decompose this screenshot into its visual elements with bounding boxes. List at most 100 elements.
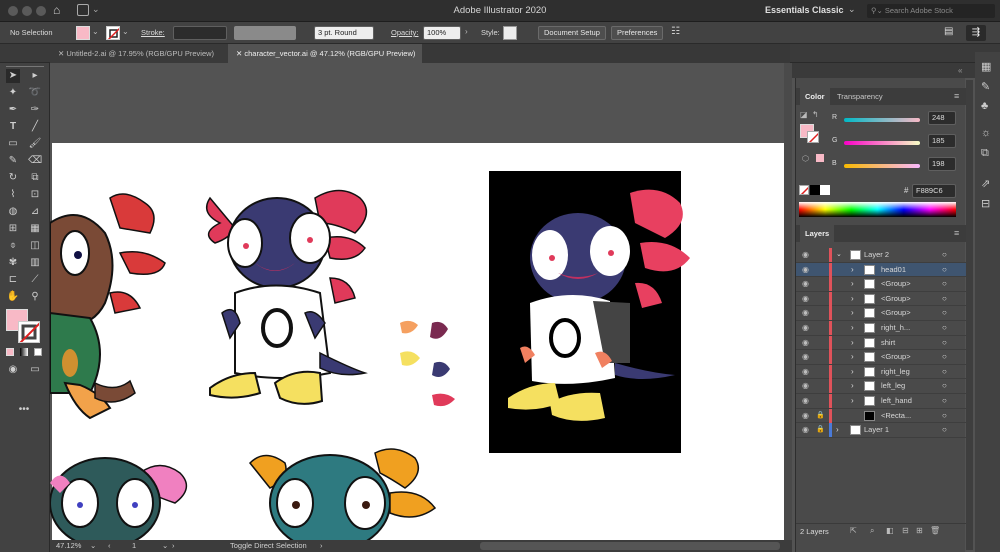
layer-name[interactable]: <Group>	[881, 277, 911, 291]
paintbrush-tool-icon[interactable]: 🖌	[28, 137, 42, 151]
hand-tool-icon[interactable]: ✋	[6, 290, 20, 304]
target-circle-icon[interactable]: ○	[942, 394, 947, 408]
symbols-icon[interactable]: ♣	[981, 100, 988, 112]
layer-name[interactable]: left_leg	[881, 379, 905, 393]
visibility-eye-icon[interactable]: ◉	[802, 409, 809, 423]
chevron-right-icon[interactable]: ›	[851, 365, 854, 379]
chevron-right-icon[interactable]: ›	[851, 321, 854, 335]
free-transform-tool-icon[interactable]: ⊡	[28, 188, 42, 202]
stroke-color-box[interactable]	[18, 321, 40, 343]
visibility-eye-icon[interactable]: ◉	[802, 248, 809, 262]
visibility-eye-icon[interactable]: ◉	[802, 379, 809, 393]
layer-name[interactable]: <Recta...	[881, 409, 911, 423]
type-tool-icon[interactable]: T	[6, 120, 20, 134]
chevron-right-icon[interactable]: ›	[851, 263, 854, 277]
default-colors-icon[interactable]: ◪	[800, 110, 808, 119]
align-icon[interactable]: ⊟	[981, 197, 990, 210]
chevron-right-icon[interactable]: ›	[836, 423, 839, 437]
stroke-weight-field[interactable]	[173, 26, 227, 40]
document-setup-button[interactable]: Document Setup	[538, 26, 606, 40]
layer-row-left-hand[interactable]: ◉ › left_hand ○	[796, 394, 966, 409]
preferences-button[interactable]: Preferences	[611, 26, 664, 40]
canvas-area[interactable]	[50, 63, 792, 540]
layer-name[interactable]: head01	[881, 263, 906, 277]
graphic-styles-icon[interactable]: ⧉	[981, 147, 989, 160]
visibility-eye-icon[interactable]: ◉	[802, 277, 809, 291]
pencil-tool-icon[interactable]: ✎	[6, 154, 20, 168]
target-circle-icon[interactable]: ○	[942, 336, 947, 350]
target-circle-icon[interactable]: ○	[942, 379, 947, 393]
panel-menu-icon[interactable]: ▤	[944, 26, 953, 37]
layer-row-group[interactable]: ◉ › <Group> ○	[796, 291, 966, 307]
variable-width-profile[interactable]	[234, 26, 296, 40]
curvature-tool-icon[interactable]: ✑	[28, 103, 42, 117]
eraser-tool-icon[interactable]: ⌫	[28, 154, 42, 168]
none-color-button[interactable]	[799, 185, 809, 195]
layer-name[interactable]: <Group>	[881, 350, 911, 364]
target-circle-icon[interactable]: ○	[942, 248, 947, 262]
target-circle-icon[interactable]: ○	[942, 306, 947, 320]
layer-row-group[interactable]: ◉ › <Group> ○	[796, 350, 966, 365]
chevron-down-icon[interactable]: ⌄	[92, 27, 99, 36]
screen-mode-icon[interactable]: ▭	[28, 363, 42, 377]
closest-color-swatch[interactable]	[816, 154, 824, 162]
slice-tool-icon[interactable]: ⟋	[28, 273, 42, 287]
panel-scrollbar[interactable]	[966, 80, 973, 550]
black-color-button[interactable]	[810, 185, 820, 195]
zoom-level-field[interactable]: 47.12%	[56, 540, 81, 552]
chevron-right-icon[interactable]: ›	[851, 394, 854, 408]
zoom-tool-icon[interactable]: ⚲	[28, 290, 42, 304]
perspective-grid-tool-icon[interactable]: ⊿	[28, 205, 42, 219]
transform-icon[interactable]: ⇗	[981, 177, 990, 190]
target-circle-icon[interactable]: ○	[942, 409, 947, 423]
visibility-eye-icon[interactable]: ◉	[802, 365, 809, 379]
layer-row-layer-1[interactable]: ◉ 🔒 › Layer 1 ○	[796, 423, 966, 438]
chevron-down-icon[interactable]: ⌄	[162, 540, 168, 552]
gradient-tool-icon[interactable]: ▦	[28, 222, 42, 236]
magic-wand-tool-icon[interactable]: ✦	[6, 86, 20, 100]
chevron-right-icon[interactable]: ›	[851, 350, 854, 364]
symbol-sprayer-tool-icon[interactable]: ✾	[6, 256, 20, 270]
visibility-eye-icon[interactable]: ◉	[802, 336, 809, 350]
layer-name[interactable]: left_hand	[881, 394, 912, 408]
gradient-mode-button[interactable]	[20, 348, 28, 356]
green-value-field[interactable]: 185	[928, 134, 956, 148]
artboard-tool-icon[interactable]: ⊏	[6, 273, 20, 287]
tab-transparency[interactable]: Transparency	[832, 88, 888, 105]
swap-colors-icon[interactable]: ↰	[812, 110, 819, 119]
eyedropper-tool-icon[interactable]: ⌽	[6, 239, 20, 253]
layer-name[interactable]: right_h...	[881, 321, 910, 335]
tab-character-vector[interactable]: ✕ character_vector.ai @ 47.12% (RGB/GPU …	[228, 44, 422, 63]
panel-menu-icon[interactable]: ≡	[954, 91, 959, 101]
blend-tool-icon[interactable]: ◫	[28, 239, 42, 253]
collapse-panels-icon[interactable]: «	[958, 66, 962, 75]
layer-name[interactable]: <Group>	[881, 306, 911, 320]
layer-row-head01[interactable]: ◉ › head01 ○	[796, 262, 966, 278]
target-circle-icon[interactable]: ○	[942, 365, 947, 379]
mesh-tool-icon[interactable]: ⊞	[6, 222, 20, 236]
line-segment-tool-icon[interactable]: ╱	[28, 120, 42, 134]
swatches-icon[interactable]: ▦	[981, 60, 991, 73]
vertical-scrollbar[interactable]	[784, 63, 792, 540]
chevron-right-icon[interactable]: ›	[465, 27, 468, 36]
clipping-mask-icon[interactable]: ◧	[886, 526, 894, 535]
artwork[interactable]	[50, 63, 792, 540]
layer-row-group[interactable]: ◉ › <Group> ○	[796, 306, 966, 321]
brushes-icon[interactable]: ✎	[981, 80, 990, 93]
chevron-down-icon[interactable]: ⌄	[122, 27, 129, 36]
fill-swatch[interactable]	[76, 26, 90, 40]
layer-row-group[interactable]: ◉ › <Group> ○	[796, 277, 966, 292]
artboard-number-field[interactable]: 1	[132, 540, 136, 552]
visibility-eye-icon[interactable]: ◉	[802, 394, 809, 408]
horizontal-scrollbar[interactable]	[480, 542, 780, 550]
properties-toggle-icon[interactable]: ⇶	[966, 25, 986, 41]
target-circle-icon[interactable]: ○	[942, 321, 947, 335]
chevron-right-icon[interactable]: ›	[851, 292, 854, 306]
stroke-label[interactable]: Stroke:	[141, 28, 165, 37]
color-spectrum-bar[interactable]	[799, 202, 956, 217]
layer-row-left-leg[interactable]: ◉ › left_leg ○	[796, 379, 966, 394]
chevron-right-icon[interactable]: ›	[851, 277, 854, 291]
direct-selection-tool-icon[interactable]: ▸	[28, 69, 42, 83]
workspace-switcher[interactable]: Essentials Classic	[765, 5, 844, 15]
brush-definition[interactable]: 3 pt. Round	[314, 26, 374, 40]
